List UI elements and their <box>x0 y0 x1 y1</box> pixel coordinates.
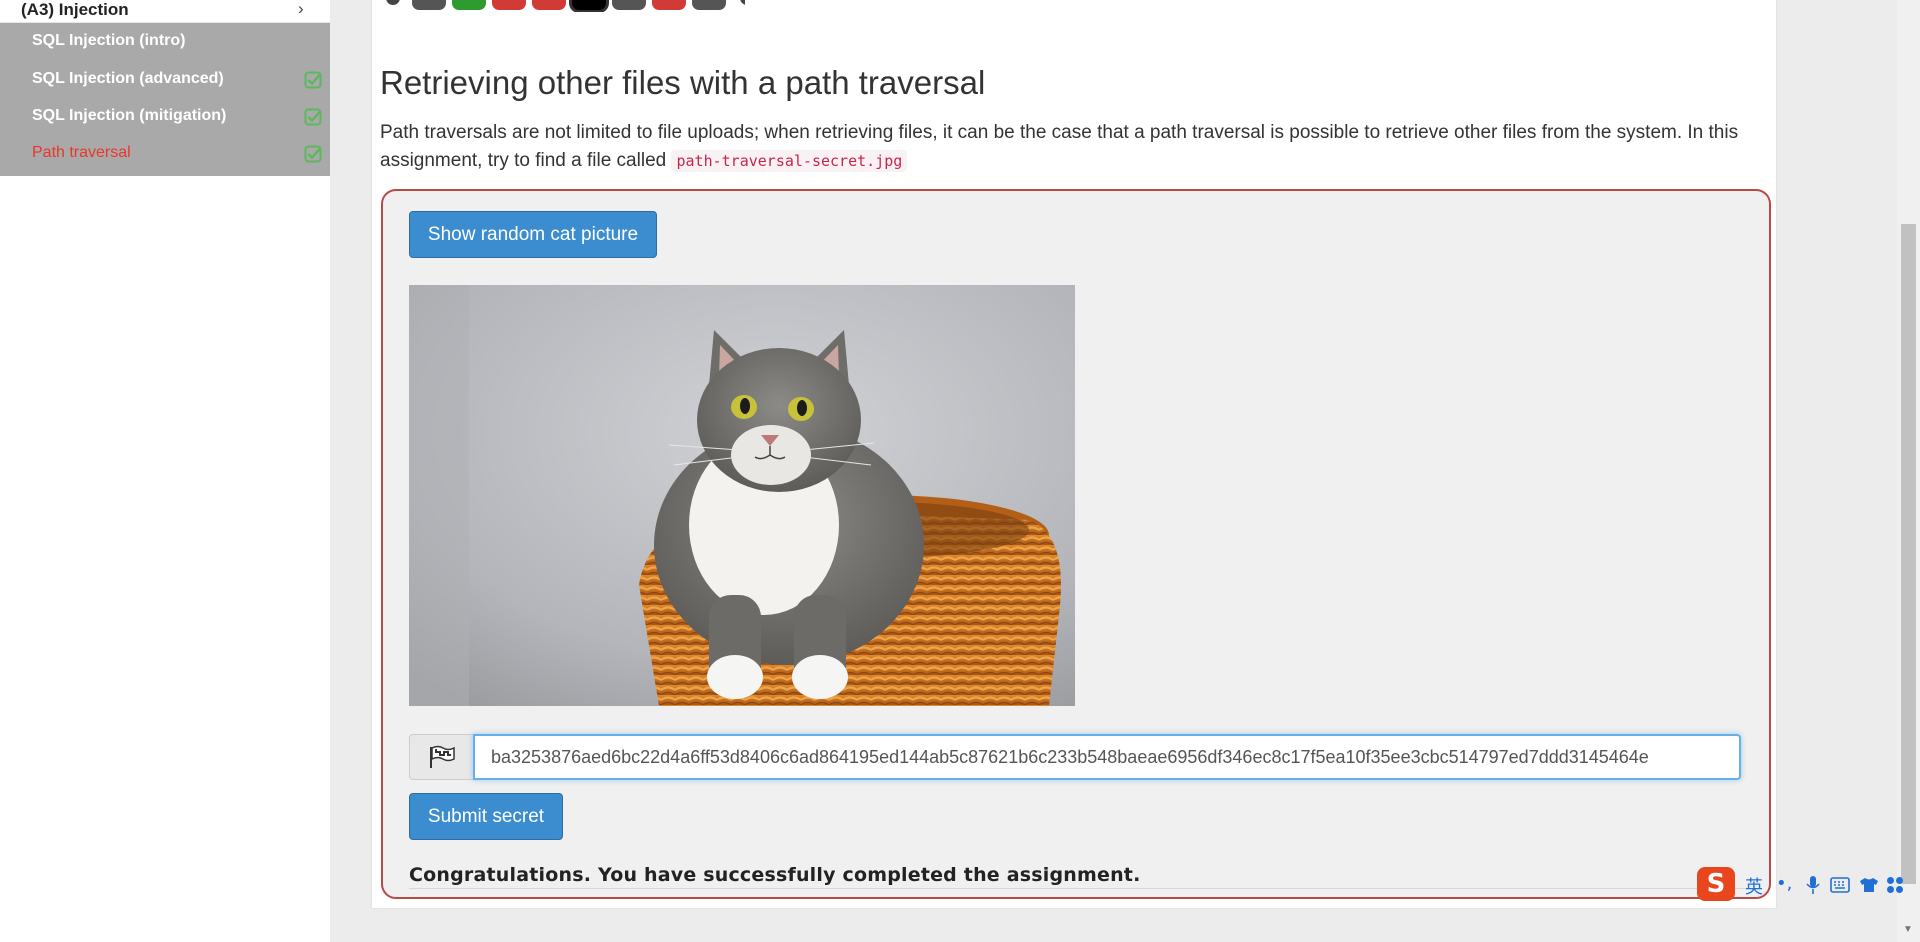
check-square-icon <box>304 145 322 163</box>
keyboard-icon[interactable] <box>1830 877 1850 893</box>
scroll-down-arrow-icon[interactable]: ▼ <box>1903 924 1913 935</box>
show-random-cat-button[interactable]: Show random cat picture <box>409 211 657 258</box>
cat-picture <box>409 285 1075 706</box>
flag-icon <box>430 745 455 768</box>
grid-icon[interactable] <box>1886 876 1904 894</box>
progress-page-6[interactable] <box>612 0 646 10</box>
sidebar-group-title: (A3) Injection <box>21 0 129 19</box>
flag-addon <box>409 734 473 780</box>
ime-language-toggle[interactable]: 英 <box>1745 873 1763 899</box>
sogou-logo-icon[interactable]: S <box>1697 867 1735 901</box>
sidebar-group-injection[interactable]: (A3) Injection › <box>0 0 330 23</box>
sidebar-item-label[interactable]: SQL Injection (advanced) <box>32 70 224 88</box>
progress-page-1[interactable] <box>412 0 446 10</box>
page-scrollbar[interactable]: ▼ <box>1897 0 1920 942</box>
lesson-description: Path traversals are not limited to file … <box>380 119 1770 175</box>
check-square-icon <box>304 108 322 126</box>
microphone-icon[interactable] <box>1806 875 1820 895</box>
progress-page-3[interactable] <box>492 0 526 10</box>
sidebar: (A3) Injection › SQL Injection (intro) S… <box>0 0 330 942</box>
sidebar-lesson-list: SQL Injection (intro) SQL Injection (adv… <box>0 23 330 176</box>
assignment-feedback: Congratulations. You have successfully c… <box>409 864 1141 886</box>
description-text: Path traversals are not limited to file … <box>380 122 1739 171</box>
secret-filename-code: path-traversal-secret.jpg <box>671 150 908 172</box>
sidebar-item-label[interactable]: Path traversal <box>32 144 131 162</box>
ime-punctuation-toggle[interactable]: •, <box>1776 873 1792 894</box>
page-title: Retrieving other files with a path trave… <box>380 64 986 101</box>
sidebar-item-sql-injection-advanced[interactable]: SQL Injection (advanced) <box>0 61 330 98</box>
cat-image <box>409 285 1075 706</box>
submit-secret-button[interactable]: Submit secret <box>409 793 563 840</box>
chevron-right-icon[interactable]: › <box>298 0 304 19</box>
sidebar-item-label[interactable]: SQL Injection (mitigation) <box>32 107 226 125</box>
shirt-icon[interactable] <box>1859 877 1879 893</box>
secret-input[interactable] <box>473 734 1741 780</box>
progress-page-2[interactable] <box>452 0 486 10</box>
sidebar-item-sql-injection-mitigation[interactable]: SQL Injection (mitigation) <box>0 98 330 135</box>
divider <box>409 888 1759 889</box>
lesson-progress-bar <box>385 0 745 12</box>
ime-toolbar: S 英 •, <box>1697 865 1919 903</box>
progress-page-5-current[interactable] <box>572 0 606 10</box>
sidebar-item-sql-injection-intro[interactable]: SQL Injection (intro) <box>0 23 330 60</box>
check-square-icon <box>304 71 322 89</box>
progress-page-8[interactable] <box>692 0 726 10</box>
scrollbar-thumb[interactable] <box>1901 224 1916 884</box>
progress-page-4[interactable] <box>532 0 566 10</box>
sidebar-item-label[interactable]: SQL Injection (intro) <box>32 32 185 50</box>
sidebar-item-path-traversal[interactable]: Path traversal <box>0 135 330 172</box>
progress-page-7[interactable] <box>652 0 686 10</box>
